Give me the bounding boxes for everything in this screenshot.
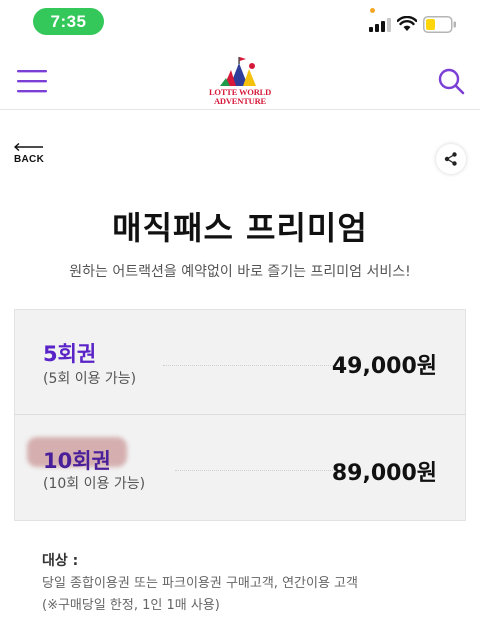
ticket-name: 5회권 [43, 342, 97, 366]
menu-icon[interactable] [16, 68, 48, 94]
price-list: 5회권 (5회 이용 가능) 49,000원 10회권 (10회 이용 가능) … [14, 309, 466, 521]
status-bar: 7:35 [0, 0, 480, 44]
logo-line-2: ADVENTURE [213, 96, 267, 106]
battery-icon [423, 16, 456, 33]
search-icon[interactable] [437, 67, 465, 95]
back-arrow-icon [14, 143, 43, 151]
privacy-indicator-dot [370, 8, 375, 13]
lotte-world-logo[interactable]: LOTTE WORLD ADVENTURE [200, 54, 280, 106]
dotted-leader [175, 470, 345, 471]
wifi-icon [397, 16, 417, 31]
share-button[interactable] [436, 144, 466, 174]
ticket-name: 10회권 [43, 449, 111, 473]
page-subtitle: 원하는 어트랙션을 예약없이 바로 즐기는 프리미엄 서비스! [69, 264, 411, 280]
eligibility-label: 대상 : [42, 553, 79, 569]
dotted-leader [163, 365, 345, 366]
ticket-row-5[interactable]: 5회권 (5회 이용 가능) 49,000원 [15, 310, 465, 414]
ticket-desc: (10회 이용 가능) [43, 476, 146, 492]
eligibility-note: (※구매당일 한정, 1인 1매 사용) [42, 598, 220, 613]
back-label: BACK [14, 154, 45, 165]
share-icon [444, 152, 457, 166]
castle-logo-icon [220, 57, 256, 86]
ticket-price: 49,000원 [331, 354, 437, 379]
back-button[interactable]: BACK [14, 143, 54, 167]
logo-wordmark: LOTTE WORLD ADVENTURE [200, 88, 280, 106]
status-time: 7:35 [33, 8, 104, 35]
signal-icon [369, 18, 391, 32]
ticket-price: 89,000원 [331, 461, 437, 486]
ticket-desc: (5회 이용 가능) [43, 371, 137, 387]
top-nav-bar: LOTTE WORLD ADVENTURE [0, 52, 480, 110]
ticket-row-10[interactable]: 10회권 (10회 이용 가능) 89,000원 [15, 415, 465, 519]
page-title: 매직패스 프리미엄 [112, 209, 368, 247]
eligibility-text: 당일 종합이용권 또는 파크이용권 구매고객, 연간이용 고객 [42, 576, 358, 591]
